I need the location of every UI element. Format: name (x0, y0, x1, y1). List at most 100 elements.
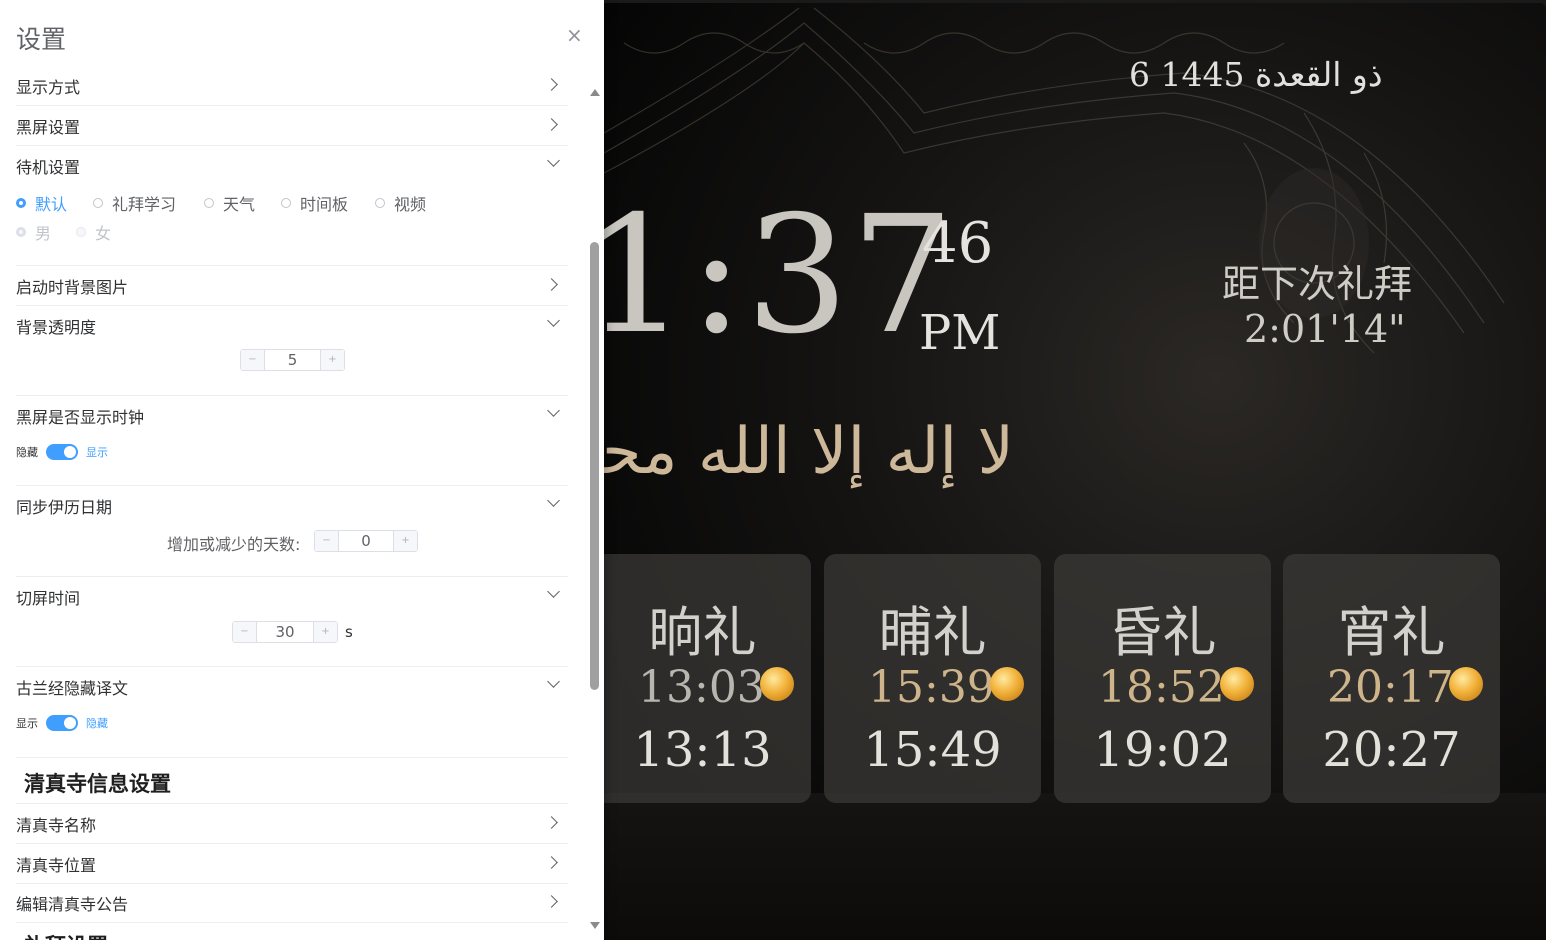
quran-switch-group: 显示 隐藏 (16, 715, 108, 731)
iqama-time: 20:27 (1322, 722, 1461, 778)
toggle-knob (64, 446, 76, 458)
chevron-right-icon (545, 78, 558, 91)
sun-icon (1220, 667, 1254, 701)
switch-off-label: 显示 (16, 717, 38, 730)
radio-label: 天气 (223, 195, 256, 214)
current-time: 1:37 (604, 182, 956, 370)
adhan-time: 18:52 (1098, 662, 1225, 713)
switch-on-label: 显示 (86, 446, 108, 459)
radio-dot (204, 198, 214, 208)
radio-label: 女 (95, 224, 112, 243)
row-label: 显示方式 (16, 78, 81, 97)
radio-gender-female[interactable]: 女 (76, 220, 111, 244)
radio-label: 礼拜学习 (112, 195, 177, 214)
toggle-knob (64, 717, 76, 729)
scrollbar-thumb[interactable] (590, 242, 599, 690)
blackscreen-clock-switch-group: 隐藏 显示 (16, 444, 108, 460)
scroll-up-arrow-icon[interactable] (590, 89, 600, 96)
adhan-time: 13:03 (638, 662, 765, 713)
prayer-name: 晌礼 (648, 601, 757, 664)
row-sync-hijri[interactable]: 同步伊历日期 (16, 486, 568, 526)
radio-standby-weather[interactable]: 天气 (204, 191, 255, 215)
row-mosque-notice[interactable]: 编辑清真寺公告 (16, 883, 568, 923)
blackscreen-clock-toggle[interactable] (46, 444, 78, 460)
scrollbar[interactable] (588, 85, 600, 938)
radio-dot (93, 198, 103, 208)
decrement-button[interactable]: − (233, 622, 256, 642)
radio-dot (281, 198, 291, 208)
row-quran-hide-translation[interactable]: 古兰经隐藏译文 (16, 667, 568, 707)
quran-translation-toggle[interactable] (46, 715, 78, 731)
current-seconds: 46 (922, 211, 994, 276)
row-label: 启动时背景图片 (16, 278, 129, 297)
row-label: 古兰经隐藏译文 (16, 679, 129, 698)
row-switch-time[interactable]: 切屏时间 (16, 577, 568, 617)
prayer-card-asr: 晡礼 15:39 15:49 (824, 554, 1041, 803)
chevron-right-icon (545, 895, 558, 908)
row-blackscreen-clock[interactable]: 黑屏是否显示时钟 (16, 396, 568, 436)
row-label: 同步伊历日期 (16, 498, 113, 517)
row-label: 切屏时间 (16, 589, 81, 608)
adhan-time: 15:39 (868, 662, 995, 713)
scroll-down-arrow-icon[interactable] (590, 922, 600, 929)
decrement-button[interactable]: − (315, 531, 338, 551)
chevron-right-icon (545, 816, 558, 829)
divider (16, 757, 568, 758)
row-display-mode[interactable]: 显示方式 (16, 66, 568, 106)
stepper-value[interactable]: 0 (338, 531, 394, 551)
row-label: 待机设置 (16, 158, 81, 177)
decrement-button[interactable]: − (241, 350, 264, 370)
opacity-stepper[interactable]: − 5 + (240, 349, 345, 371)
hijri-days-label: 增加或减少的天数: (167, 535, 301, 554)
close-icon[interactable]: × (566, 25, 583, 45)
radio-standby-default[interactable]: 默认 (16, 191, 67, 215)
radio-standby-prayer-study[interactable]: 礼拜学习 (93, 191, 176, 215)
row-mosque-name[interactable]: 清真寺名称 (16, 804, 568, 844)
radio-dot (16, 227, 26, 237)
iqama-time: 15:49 (863, 722, 1002, 778)
radio-dot (375, 198, 385, 208)
chevron-down-icon (547, 154, 560, 167)
settings-title: 设置 (16, 25, 67, 54)
radio-standby-video[interactable]: 视频 (375, 191, 426, 215)
row-standby[interactable]: 待机设置 (16, 146, 568, 186)
row-mosque-location[interactable]: 清真寺位置 (16, 844, 568, 884)
radio-gender-male[interactable]: 男 (16, 220, 51, 244)
radio-label: 视频 (394, 195, 427, 214)
row-blackscreen[interactable]: 黑屏设置 (16, 106, 568, 146)
increment-button[interactable]: + (394, 531, 417, 551)
settings-drawer: 设置 × 显示方式 黑屏设置 待机设置 默认 礼拜学习 天气 时间板 视频 男 … (0, 0, 604, 940)
prayer-card-dhuhr: 晌礼 13:03 13:13 (604, 554, 811, 803)
increment-button[interactable]: + (314, 622, 337, 642)
chevron-right-icon (545, 118, 558, 131)
prayer-card-isha: 宵礼 20:17 20:27 (1283, 554, 1500, 803)
stepper-value[interactable]: 30 (256, 622, 314, 642)
prayer-card-maghrib: 昏礼 18:52 19:02 (1054, 554, 1271, 803)
radio-dot (76, 227, 86, 237)
row-label: 黑屏设置 (16, 118, 81, 137)
row-label: 清真寺位置 (16, 856, 97, 875)
hijri-days-stepper[interactable]: − 0 + (314, 530, 418, 552)
switch-off-label: 隐藏 (16, 446, 38, 459)
chevron-down-icon (547, 675, 560, 688)
row-startup-background[interactable]: 启动时背景图片 (16, 266, 568, 306)
row-background-opacity[interactable]: 背景透明度 (16, 306, 568, 346)
floor-shadow (604, 793, 1546, 940)
chevron-right-icon (545, 856, 558, 869)
row-label: 编辑清真寺公告 (16, 895, 129, 914)
switch-on-label: 隐藏 (86, 717, 108, 730)
switch-time-stepper[interactable]: − 30 + (232, 621, 338, 643)
switch-time-unit: s (345, 623, 353, 641)
radio-standby-timeboard[interactable]: 时间板 (281, 191, 348, 215)
shahada-calligraphy: لا إله إلا الله محمد رسول الله (604, 415, 1014, 489)
increment-button[interactable]: + (321, 350, 344, 370)
next-section-title: 礼拜设置 (24, 930, 108, 940)
sun-icon (1449, 667, 1483, 701)
chevron-down-icon (547, 404, 560, 417)
am-pm-indicator: PM (919, 305, 1001, 361)
row-label: 背景透明度 (16, 318, 97, 337)
radio-dot (16, 198, 26, 208)
stepper-value[interactable]: 5 (264, 350, 321, 370)
sun-icon (990, 667, 1024, 701)
prayer-clock-display: 6 ذو القعدة 1445 1:37 46 PM 距下次礼拜 2:01'1… (604, 3, 1546, 940)
